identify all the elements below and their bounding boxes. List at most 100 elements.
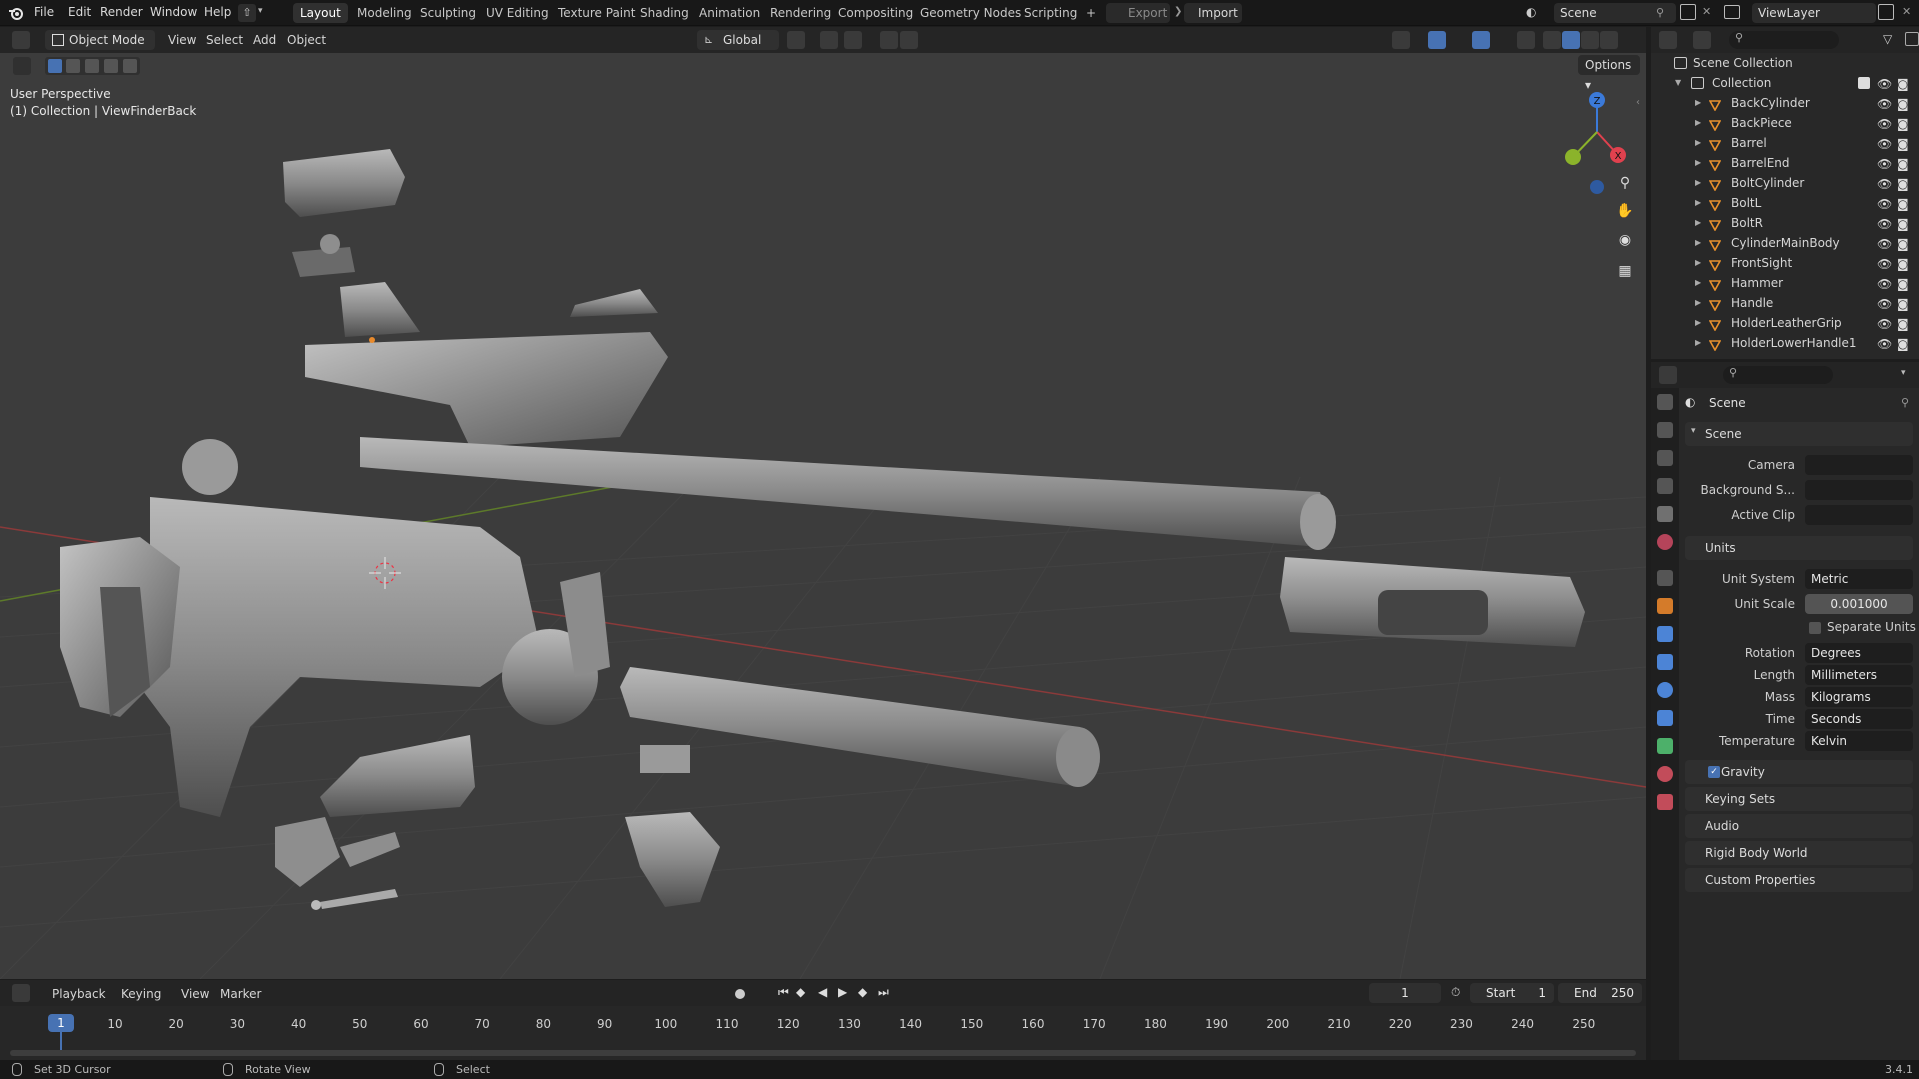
import-button[interactable]: Import <box>1184 3 1242 23</box>
upload-icon[interactable]: ⇧ <box>238 4 256 22</box>
filter-icon[interactable]: ▽ <box>1883 32 1892 46</box>
texture-tab-icon[interactable] <box>1657 794 1673 810</box>
menu-select[interactable]: Select <box>206 33 243 47</box>
modifier-tab-icon[interactable] <box>1657 626 1673 642</box>
expand-icon[interactable]: ▶ <box>1695 133 1701 153</box>
camera-icon[interactable]: ◙ <box>1897 94 1909 114</box>
eye-icon[interactable]: 👁 <box>1877 274 1892 294</box>
camera-icon[interactable]: ◙ <box>1897 154 1909 174</box>
object-tab-icon[interactable] <box>1657 598 1673 614</box>
select-intersect-icon[interactable] <box>123 59 137 73</box>
tab-shading[interactable]: Shading <box>633 3 696 23</box>
gizmo-toggle-icon[interactable] <box>1428 31 1446 49</box>
new-view-layer-icon[interactable] <box>1878 4 1894 20</box>
chevron-down-icon[interactable]: ▾ <box>258 6 263 16</box>
camera-icon[interactable]: ◙ <box>1897 174 1909 194</box>
search-input[interactable]: ⚲ <box>1729 31 1839 49</box>
camera-icon[interactable]: ◙ <box>1897 254 1909 274</box>
sidebar-toggle-icon[interactable]: ‹ <box>1636 97 1640 108</box>
rigid-body-world-panel-header[interactable]: Rigid Body World <box>1685 841 1913 865</box>
select-invert-icon[interactable] <box>104 59 118 73</box>
camera-icon[interactable]: ◙ <box>1897 274 1909 294</box>
editor-type-icon[interactable] <box>1659 366 1677 384</box>
new-collection-icon[interactable] <box>1905 32 1919 46</box>
add-workspace-button[interactable]: + <box>1079 3 1103 23</box>
outliner-row-object[interactable]: ▶ BoltL 👁 ◙ <box>1651 193 1919 213</box>
jump-end-icon[interactable]: ⏭ <box>878 985 889 1000</box>
outliner-row-object[interactable]: ▶ BoltR 👁 ◙ <box>1651 213 1919 233</box>
play-reverse-icon[interactable]: ◀ <box>818 985 827 999</box>
outliner-row-collection[interactable]: ▼ Collection 👁 ◙ <box>1651 73 1919 93</box>
eye-icon[interactable]: 👁 <box>1877 174 1892 194</box>
outliner-row-object[interactable]: ▶ BarrelEnd 👁 ◙ <box>1651 153 1919 173</box>
playhead[interactable]: 1 <box>48 1014 74 1032</box>
start-frame-field[interactable]: Start 1 <box>1470 983 1554 1003</box>
blender-logo-icon[interactable] <box>8 5 24 21</box>
orthographic-toggle-icon[interactable]: ▦ <box>1614 263 1636 285</box>
stopwatch-icon[interactable]: ⏱ <box>1451 985 1460 1000</box>
world-tab-icon[interactable] <box>1657 534 1673 550</box>
audio-panel-header[interactable]: Audio <box>1685 814 1913 838</box>
overlays-toggle-icon[interactable] <box>1472 31 1490 49</box>
tab-layout[interactable]: Layout <box>293 3 348 23</box>
outliner-row-object[interactable]: ▶ BackCylinder 👁 ◙ <box>1651 93 1919 113</box>
scene-tab-icon[interactable] <box>1657 506 1673 522</box>
timeline-scrollbar[interactable] <box>10 1050 1636 1056</box>
checkbox-icon[interactable] <box>1858 77 1870 89</box>
expand-icon[interactable]: ▶ <box>1695 153 1701 173</box>
record-button[interactable] <box>735 989 745 999</box>
separate-units-checkbox[interactable] <box>1809 622 1821 634</box>
material-shading-icon[interactable] <box>1581 31 1599 49</box>
eye-icon[interactable]: 👁 <box>1877 214 1892 234</box>
prev-keyframe-icon[interactable]: ◆ <box>796 985 805 999</box>
3d-viewport[interactable]: Object Mode View Select Add Object Globa… <box>0 27 1646 979</box>
expand-icon[interactable]: ▶ <box>1695 193 1701 213</box>
outliner-row-object[interactable]: ▶ BoltCylinder 👁 ◙ <box>1651 173 1919 193</box>
expand-icon[interactable]: ▶ <box>1695 313 1701 333</box>
tab-geometry-nodes[interactable]: Geometry Nodes <box>913 3 1028 23</box>
falloff-icon[interactable] <box>900 31 918 49</box>
menu-edit[interactable]: Edit <box>68 5 91 19</box>
end-frame-field[interactable]: End 250 <box>1558 983 1642 1003</box>
expand-icon[interactable]: ▶ <box>1695 253 1701 273</box>
tab-rendering[interactable]: Rendering <box>763 3 838 23</box>
tab-scripting[interactable]: Scripting <box>1017 3 1084 23</box>
zoom-icon[interactable]: ⚲ <box>1614 175 1636 197</box>
menu-playback[interactable]: Playback <box>52 987 106 1001</box>
menu-add[interactable]: Add <box>253 33 276 47</box>
active-clip-field[interactable] <box>1805 505 1913 525</box>
eye-icon[interactable]: 👁 <box>1877 194 1892 214</box>
camera-view-icon[interactable]: ◉ <box>1614 232 1636 254</box>
xray-toggle-icon[interactable] <box>1517 31 1535 49</box>
outliner-row-object[interactable]: ▶ Hammer 👁 ◙ <box>1651 273 1919 293</box>
camera-icon[interactable]: ◙ <box>1897 214 1909 234</box>
outliner-row-object[interactable]: ▶ HolderLeatherGrip 👁 ◙ <box>1651 313 1919 333</box>
eye-icon[interactable]: 👁 <box>1877 314 1892 334</box>
temperature-dropdown[interactable]: Kelvin <box>1805 731 1913 751</box>
solid-shading-icon[interactable] <box>1562 31 1580 49</box>
tab-texture-paint[interactable]: Texture Paint <box>551 3 642 23</box>
material-tab-icon[interactable] <box>1657 766 1673 782</box>
expand-icon[interactable]: ▶ <box>1695 93 1701 113</box>
camera-icon[interactable]: ◙ <box>1897 74 1909 94</box>
tab-uv-editing[interactable]: UV Editing <box>479 3 556 23</box>
camera-icon[interactable]: ◙ <box>1897 314 1909 334</box>
eye-icon[interactable]: 👁 <box>1877 254 1892 274</box>
eye-icon[interactable]: 👁 <box>1877 134 1892 154</box>
current-frame-field[interactable]: 1 <box>1369 983 1441 1003</box>
camera-field[interactable] <box>1805 455 1913 475</box>
jump-start-icon[interactable]: ⏮ <box>778 985 789 1000</box>
menu-help[interactable]: Help <box>204 5 231 19</box>
eye-icon[interactable]: 👁 <box>1877 74 1892 94</box>
proportional-editing-icon[interactable] <box>880 31 898 49</box>
unit-system-dropdown[interactable]: Metric <box>1805 569 1913 589</box>
pivot-point-icon[interactable] <box>787 31 805 49</box>
tab-animation[interactable]: Animation <box>692 3 767 23</box>
gravity-checkbox[interactable]: ✓ <box>1708 766 1720 778</box>
length-dropdown[interactable]: Millimeters <box>1805 665 1913 685</box>
view-layer-icon[interactable] <box>1724 5 1740 19</box>
menu-marker[interactable]: Marker <box>220 987 261 1001</box>
export-button[interactable]: Export <box>1106 3 1170 23</box>
custom-properties-panel-header[interactable]: Custom Properties <box>1685 868 1913 892</box>
scene-icon[interactable]: ◐ <box>1526 5 1542 21</box>
